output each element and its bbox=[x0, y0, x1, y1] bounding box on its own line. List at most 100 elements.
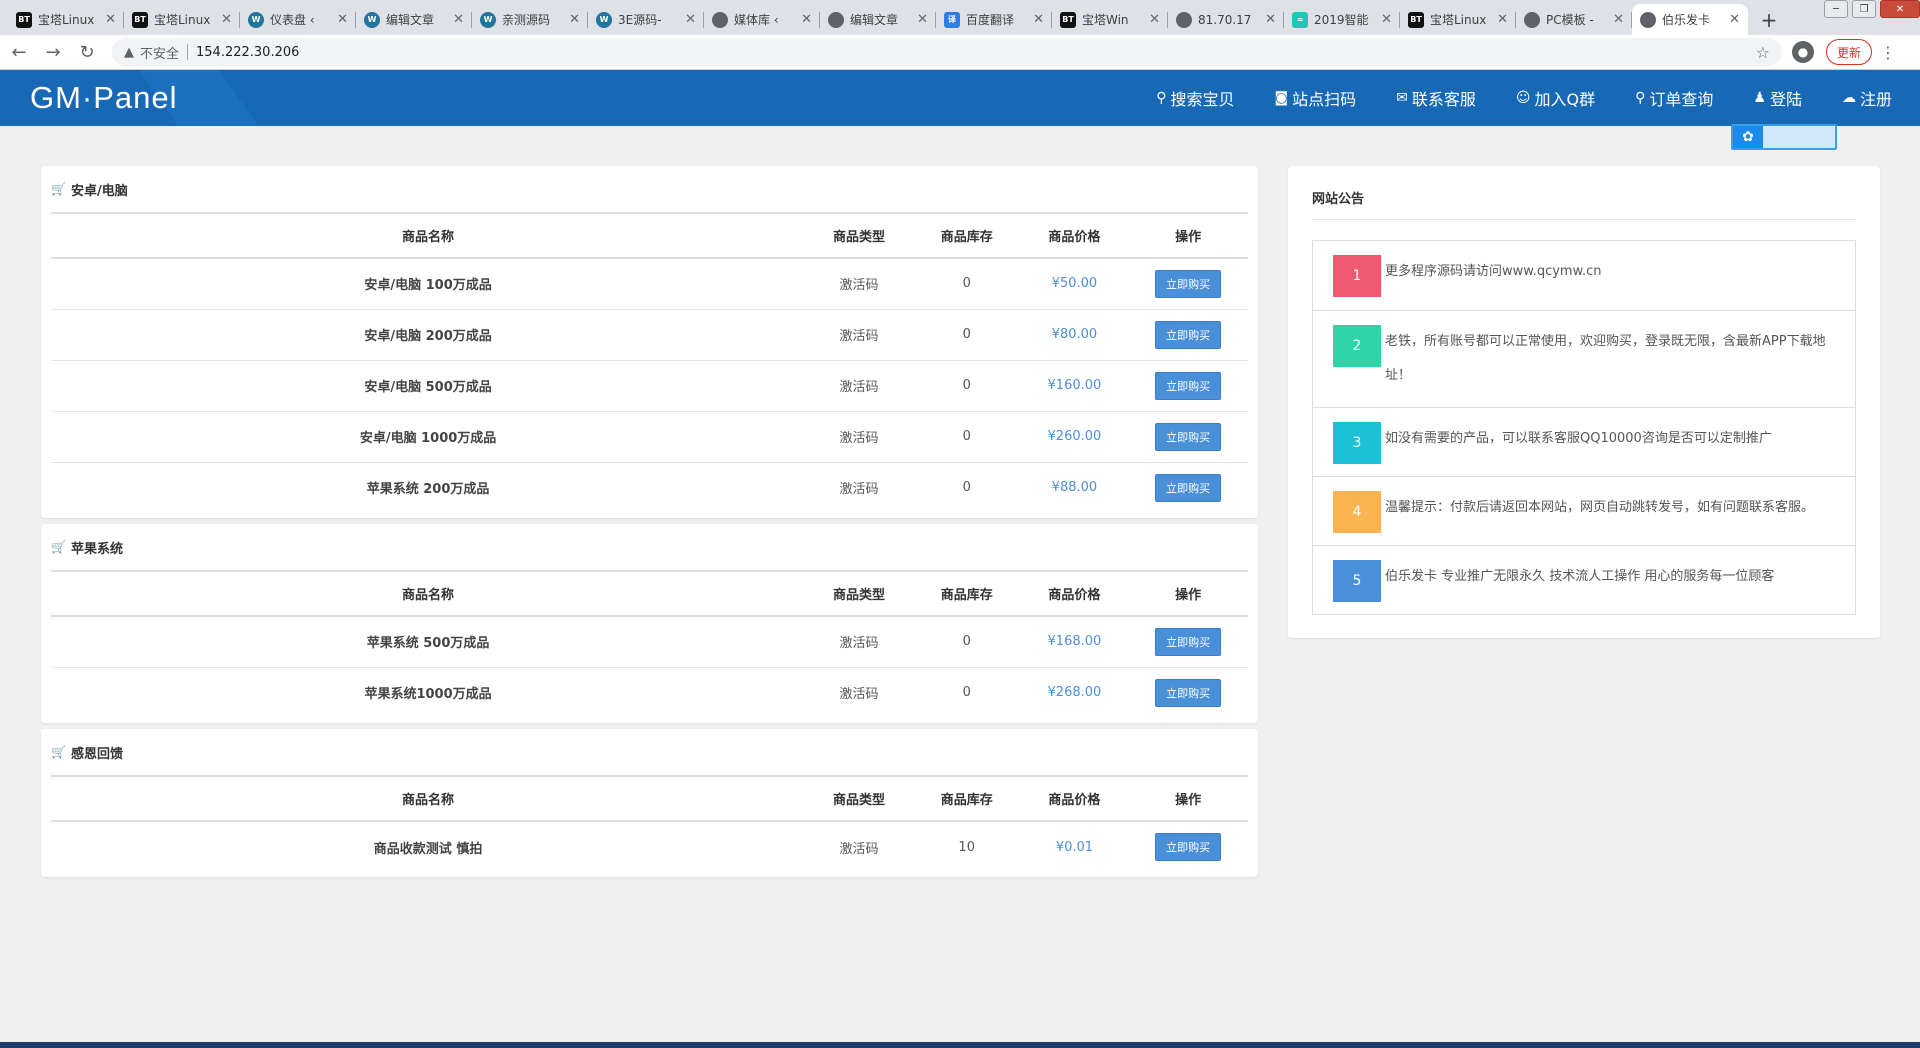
tab-close-icon[interactable]: ✕ bbox=[105, 12, 116, 27]
cell-stock: 0 bbox=[912, 308, 1021, 360]
baidu-favicon-icon: 译 bbox=[944, 11, 960, 28]
tab-close-icon[interactable]: ✕ bbox=[801, 12, 812, 27]
tab-close-icon[interactable]: ✕ bbox=[1149, 12, 1160, 27]
back-arrow-icon[interactable]: ← bbox=[4, 37, 34, 67]
category-title-text: 感恩回馈 bbox=[70, 746, 123, 762]
nav-link[interactable]: ◙ 站点扫码 bbox=[1275, 86, 1357, 110]
restore-icon[interactable]: ❐ bbox=[1852, 0, 1876, 18]
wp-favicon-icon: W bbox=[480, 11, 496, 28]
tab-close-icon[interactable]: ✕ bbox=[337, 12, 348, 27]
nav-link-label: 搜索宝贝 bbox=[1170, 90, 1235, 109]
product-category-panel: 🛒 感恩回馈 商品名称 商品类型 商品库存 商品价格 操作 商品收款测试 慎拍 激活码 10 ¥0.… bbox=[41, 729, 1258, 877]
category-title-text: 安卓/电脑 bbox=[70, 183, 128, 199]
minimize-icon[interactable]: ─ bbox=[1824, 0, 1848, 18]
close-window-icon[interactable]: ✕ bbox=[1880, 0, 1920, 18]
action-cell: 立即购买 bbox=[1128, 666, 1248, 718]
nav-link[interactable]: ☁ 注册 bbox=[1842, 86, 1892, 110]
address-bar[interactable]: ▲ 不安全 154.222.30.206 ☆ bbox=[112, 38, 1782, 66]
floating-service-widget[interactable]: ✿ bbox=[1731, 124, 1837, 150]
nav-link[interactable]: ☺ 加入Q群 bbox=[1516, 86, 1595, 110]
new-tab-button[interactable]: + bbox=[1754, 5, 1784, 35]
browser-tab[interactable]: PC模板 - ✕ bbox=[1516, 4, 1632, 35]
nav-link[interactable]: ⚲ 订单查询 bbox=[1635, 86, 1713, 110]
buy-now-button[interactable]: 立即购买 bbox=[1155, 371, 1222, 400]
omnibox-divider bbox=[187, 44, 189, 60]
browser-tab[interactable]: ≈2019智能 ✕ bbox=[1284, 4, 1400, 35]
browser-tab[interactable]: W 3E源码- ✕ bbox=[588, 4, 704, 35]
nav-link[interactable]: ✉ 联系客服 bbox=[1396, 86, 1476, 110]
browser-tab[interactable]: W 亲测源码 ✕ bbox=[472, 4, 588, 35]
tab-close-icon[interactable]: ✕ bbox=[1265, 12, 1276, 27]
announcement-item: 3 如没有需要的产品，可以联系客服QQ10000咨询是否可以定制推广 bbox=[1313, 407, 1855, 476]
nav-link[interactable]: ⚲ 搜索宝贝 bbox=[1156, 86, 1234, 110]
browser-tab[interactable]: 译百度翻译 ✕ bbox=[936, 4, 1052, 35]
tab-close-icon[interactable]: ✕ bbox=[1381, 12, 1392, 27]
announcement-text: 温馨提示：付款后请返回本网站，网页自动跳转发号，如有问题联系客服。 bbox=[1385, 500, 1815, 515]
cell-stock: 0 bbox=[912, 615, 1021, 667]
tab-title: 媒体库 ‹ bbox=[734, 13, 779, 27]
cell-price: ¥160.00 bbox=[1020, 359, 1129, 411]
tab-close-icon[interactable]: ✕ bbox=[917, 12, 928, 27]
user-icon: ♟ bbox=[1753, 90, 1766, 106]
tab-close-icon[interactable]: ✕ bbox=[1033, 12, 1044, 27]
tab-close-icon[interactable]: ✕ bbox=[1497, 12, 1508, 27]
reload-icon[interactable]: ↻ bbox=[72, 37, 102, 67]
tab-close-icon[interactable]: ✕ bbox=[453, 12, 464, 27]
tab-close-icon[interactable]: ✕ bbox=[685, 12, 696, 27]
table-header-row: 商品名称 商品类型 商品库存 商品价格 操作 bbox=[51, 775, 1248, 822]
forward-arrow-icon[interactable]: → bbox=[38, 37, 68, 67]
buy-now-button[interactable]: 立即购买 bbox=[1155, 833, 1222, 861]
browser-tab[interactable]: 伯乐发卡 ✕ bbox=[1632, 4, 1748, 35]
browser-tab[interactable]: BT 宝塔Linux ✕ bbox=[124, 4, 240, 35]
buy-now-button[interactable]: 立即购买 bbox=[1155, 320, 1222, 349]
cell-type: 激活码 bbox=[805, 461, 913, 513]
action-cell: 立即购买 bbox=[1128, 359, 1248, 411]
globe-favicon-icon bbox=[1524, 11, 1540, 28]
cell-price: ¥80.00 bbox=[1020, 308, 1129, 360]
browser-tab[interactable]: 编辑文章 ✕ bbox=[820, 4, 936, 35]
browser-tab[interactable]: W 仪表盘 ‹ ✕ bbox=[240, 4, 356, 35]
bt-favicon-icon: BT bbox=[132, 11, 148, 28]
cell-stock: 0 bbox=[912, 410, 1021, 462]
nav-link[interactable]: ♟ 登陆 bbox=[1753, 86, 1802, 110]
buy-now-button[interactable]: 立即购买 bbox=[1155, 269, 1222, 298]
cell-price: ¥268.00 bbox=[1020, 666, 1129, 718]
update-button[interactable]: 更新 bbox=[1826, 39, 1873, 65]
nav-link-label: 注册 bbox=[1859, 90, 1892, 109]
buy-now-button[interactable]: 立即购买 bbox=[1155, 473, 1222, 502]
cell-type: 激活码 bbox=[805, 820, 913, 872]
browser-tab[interactable]: BT 宝塔Linux ✕ bbox=[8, 4, 124, 35]
column-header-name: 商品名称 bbox=[51, 212, 806, 259]
category-title: 🛒 安卓/电脑 bbox=[51, 166, 1248, 212]
profile-avatar-icon[interactable]: ● bbox=[1792, 41, 1814, 63]
search-icon: ⚲ bbox=[1156, 90, 1167, 106]
tab-title: 亲测源码 bbox=[502, 13, 551, 27]
cell-type: 激活码 bbox=[805, 410, 913, 462]
more-menu-icon[interactable]: ⋮ bbox=[1880, 43, 1896, 62]
column-header-name: 商品名称 bbox=[51, 570, 806, 617]
tab-close-icon[interactable]: ✕ bbox=[569, 12, 580, 27]
cart-icon: 🛒 bbox=[51, 745, 66, 759]
browser-tab[interactable]: W 编辑文章 ✕ bbox=[356, 4, 472, 35]
browser-tab[interactable]: 媒体库 ‹ ✕ bbox=[704, 4, 820, 35]
cart-icon: 🛒 bbox=[51, 182, 66, 196]
cell-stock: 0 bbox=[912, 359, 1021, 411]
column-header-name: 商品名称 bbox=[51, 775, 806, 822]
browser-tab[interactable]: BT 宝塔Linux ✕ bbox=[1400, 4, 1516, 35]
nav-link-label: 联系客服 bbox=[1411, 90, 1476, 109]
site-brand[interactable]: GM·Panel bbox=[30, 80, 178, 116]
column-header-stock: 商品库存 bbox=[912, 570, 1021, 617]
bookmark-star-icon[interactable]: ☆ bbox=[1756, 43, 1770, 62]
tab-close-icon[interactable]: ✕ bbox=[221, 12, 232, 27]
browser-tab[interactable]: BT 宝塔Win ✕ bbox=[1052, 4, 1168, 35]
tab-close-icon[interactable]: ✕ bbox=[1729, 12, 1740, 27]
site-navbar: GM·Panel ⚲ 搜索宝贝 ◙ 站点扫码 ✉ 联系客服 ☺ 加入Q群 ⚲ 订单查询 ♟ 登陆 ☁ 注册 bbox=[0, 70, 1920, 126]
cell-name: 苹果系统1000万成品 bbox=[51, 666, 806, 718]
browser-tab[interactable]: 81.70.17 ✕ bbox=[1168, 4, 1284, 35]
buy-now-button[interactable]: 立即购买 bbox=[1155, 678, 1222, 707]
buy-now-button[interactable]: 立即购买 bbox=[1155, 422, 1222, 451]
announcement-item: 4 温馨提示：付款后请返回本网站，网页自动跳转发号，如有问题联系客服。 bbox=[1313, 476, 1855, 545]
url-text[interactable]: 154.222.30.206 bbox=[196, 45, 299, 60]
tab-close-icon[interactable]: ✕ bbox=[1613, 12, 1624, 27]
buy-now-button[interactable]: 立即购买 bbox=[1155, 627, 1222, 656]
